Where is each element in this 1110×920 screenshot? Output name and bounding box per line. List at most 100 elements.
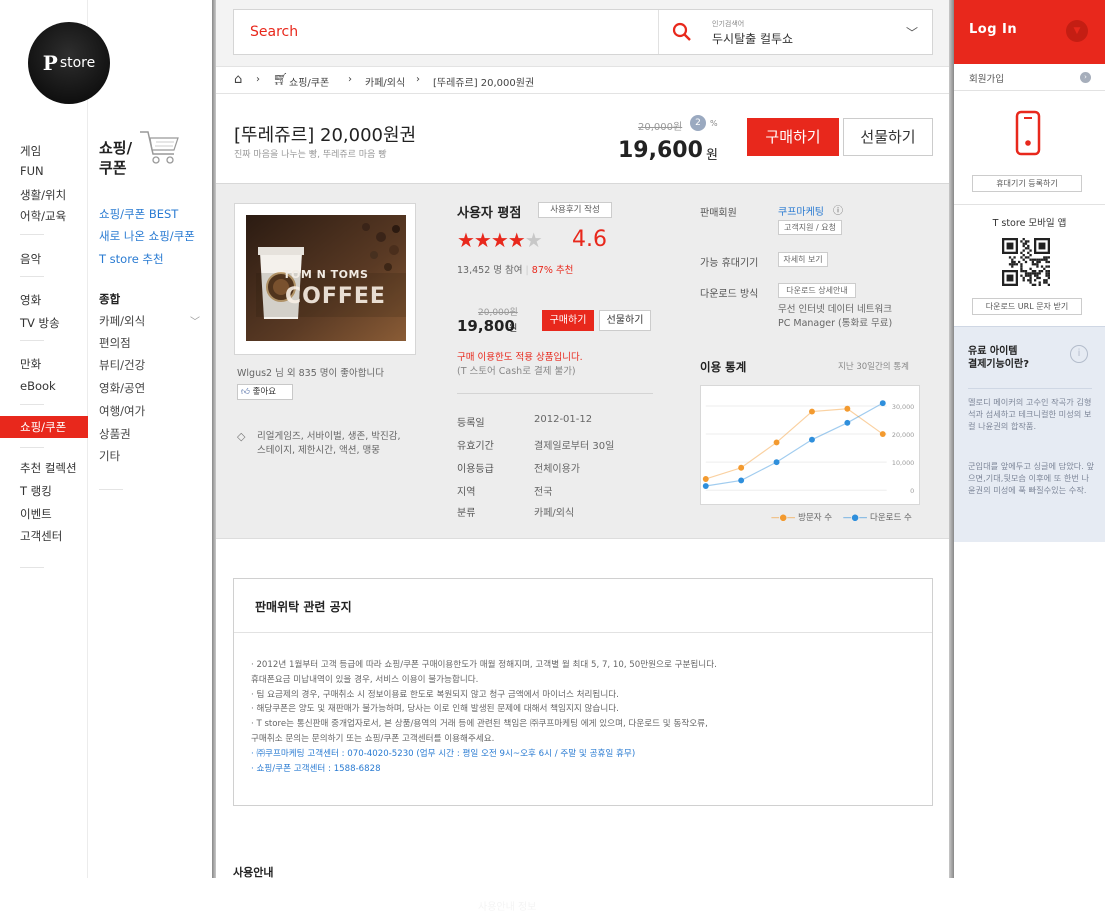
- footer: 사용안내 정보: [0, 878, 1110, 920]
- qr-module: [1034, 263, 1037, 266]
- divider: [234, 632, 932, 633]
- download-url-sms-button[interactable]: 다운로드 URL 문자 받기: [972, 298, 1082, 315]
- data-point-visitors[interactable]: [702, 476, 709, 482]
- info-value: 2012-01-12: [534, 414, 593, 425]
- nav-item-life[interactable]: 생활/위치: [20, 187, 66, 203]
- notice-contact-line[interactable]: · ㈜쿠프마케팅 고객센터 : 070-4020-5230 (업무 시간 : 평…: [251, 747, 923, 762]
- seller-name[interactable]: 쿠프마케팅: [778, 203, 824, 218]
- usage-stats-chart: 30,000 20,000 10,000 0: [700, 385, 920, 505]
- nav-item-ranking[interactable]: T 랭킹: [20, 483, 52, 499]
- qr-module: [1031, 270, 1034, 273]
- buy-button-small[interactable]: 구매하기: [542, 310, 594, 331]
- qr-module: [1029, 274, 1032, 277]
- qr-module: [1024, 260, 1028, 264]
- nav-item-movie[interactable]: 영화: [20, 292, 41, 308]
- qr-module: [1022, 242, 1025, 245]
- nav-item-tv[interactable]: TV 방송: [20, 315, 60, 331]
- data-point-downloads[interactable]: [879, 400, 886, 407]
- download-guide-button[interactable]: 다운로드 상세안내: [778, 283, 856, 298]
- subnav-item-travel[interactable]: 여행/여가: [99, 403, 145, 419]
- qr-module: [1022, 279, 1025, 282]
- home-icon[interactable]: ⌂: [234, 72, 242, 87]
- breadcrumb-item[interactable]: 카페/외식: [365, 74, 405, 89]
- info-icon[interactable]: i: [1070, 345, 1088, 363]
- info-value: 전체이용가: [534, 464, 580, 475]
- chevron-down-icon[interactable]: ﹀: [190, 313, 200, 328]
- popular-search-keyword[interactable]: 두시탈출 컬투쇼: [712, 30, 793, 47]
- data-point-visitors[interactable]: [879, 431, 886, 437]
- data-point-downloads[interactable]: [809, 436, 815, 443]
- subnav-item-cafe[interactable]: 카페/외식: [99, 313, 145, 329]
- qr-module: [1045, 260, 1048, 264]
- link-best[interactable]: 쇼핑/쿠폰 BEST: [99, 206, 178, 222]
- product-header: [뚜레쥬르] 20,000원권 진짜 마음을 나누는 빵, 뚜레쥬르 마음 빵 …: [216, 94, 949, 184]
- qr-module: [1043, 258, 1046, 261]
- data-point-visitors[interactable]: [844, 405, 851, 412]
- link-recommend[interactable]: T store 추천: [99, 251, 164, 267]
- nav-item-support[interactable]: 고객센터: [20, 528, 62, 544]
- qr-module: [1011, 263, 1014, 266]
- subnav-item-etc[interactable]: 기타: [99, 448, 120, 464]
- chevron-down-icon[interactable]: ﹀: [906, 24, 918, 41]
- mini-price-unit: 원: [509, 324, 518, 334]
- data-point-visitors[interactable]: [809, 408, 815, 415]
- discount-badge: 2: [690, 115, 706, 131]
- gift-button[interactable]: 선물하기: [843, 118, 933, 156]
- breadcrumb-separator-icon: ›: [348, 74, 352, 85]
- qr-module: [1022, 254, 1025, 257]
- nav-item-ebook[interactable]: eBook: [20, 379, 56, 393]
- qr-module: [1029, 281, 1032, 284]
- search-button[interactable]: [658, 10, 704, 54]
- chart-y-tick-label: 30,000: [892, 403, 914, 411]
- nav-item-event[interactable]: 이벤트: [20, 506, 52, 522]
- subnav-item-beauty[interactable]: 뷰티/건강: [99, 357, 145, 373]
- qr-module: [1029, 254, 1032, 257]
- qr-module: [1022, 270, 1025, 273]
- login-button[interactable]: Log In ▼: [954, 0, 1105, 64]
- join-link[interactable]: 회원가입 ›: [954, 64, 1105, 91]
- nav-item-collection[interactable]: 추천 컬렉션: [20, 460, 77, 476]
- nav-item-fun[interactable]: FUN: [20, 164, 44, 178]
- qr-module: [1020, 251, 1023, 254]
- nav-item-comic[interactable]: 만화: [20, 356, 41, 372]
- qr-module: [1018, 260, 1021, 264]
- qr-module: [1047, 276, 1050, 280]
- breadcrumb-item[interactable]: 쇼핑/쿠폰: [289, 74, 329, 89]
- data-point-downloads[interactable]: [702, 483, 709, 489]
- qr-module: [1029, 267, 1032, 270]
- write-review-button[interactable]: 사용후기 작성: [538, 202, 612, 218]
- data-point-downloads[interactable]: [844, 419, 851, 426]
- register-device-button[interactable]: 휴대기기 등록하기: [972, 175, 1082, 192]
- product-title: [뚜레쥬르] 20,000원권: [234, 125, 417, 146]
- link-new[interactable]: 새로 나온 쇼핑/쿠폰: [99, 228, 195, 244]
- qr-module: [1011, 265, 1014, 268]
- data-point-visitors[interactable]: [738, 464, 745, 471]
- subnav-item-convenience[interactable]: 편의점: [99, 335, 131, 351]
- info-icon[interactable]: ⓘ: [833, 202, 843, 217]
- notice-contact-line[interactable]: · 쇼핑/쿠폰 고객센터 : 1588-6828: [251, 762, 923, 777]
- tstore-logo[interactable]: P store: [28, 22, 110, 104]
- gift-button-small[interactable]: 선물하기: [599, 310, 651, 331]
- seller-label: 판매회원: [700, 208, 737, 219]
- star-filled-icon: ★★★★: [457, 228, 526, 252]
- qr-module: [1015, 263, 1018, 266]
- data-point-downloads[interactable]: [773, 459, 780, 466]
- nav-item-shopping[interactable]: 쇼핑/쿠폰: [0, 416, 88, 438]
- device-detail-button[interactable]: 자세히 보기: [778, 252, 828, 267]
- chevron-down-icon[interactable]: ▼: [1066, 20, 1088, 42]
- thumbs-up-icon: 👍︎: [241, 387, 250, 397]
- seller-support-button[interactable]: 고객지원 / 요청: [778, 220, 842, 235]
- nav-item-music[interactable]: 음악: [20, 251, 41, 267]
- buy-button[interactable]: 구매하기: [747, 118, 839, 156]
- subnav-item-movie[interactable]: 영화/공연: [99, 380, 145, 396]
- qr-module: [1045, 274, 1048, 277]
- like-button[interactable]: 👍︎ 좋아요: [237, 384, 293, 400]
- rating-recommend: 87% 추천: [531, 265, 574, 276]
- data-point-visitors[interactable]: [773, 439, 780, 446]
- nav-item-game[interactable]: 게임: [20, 143, 41, 159]
- subnav-item-giftcard[interactable]: 상품권: [99, 426, 131, 442]
- qr-module: [1027, 247, 1030, 250]
- nav-item-education[interactable]: 어학/교육: [20, 208, 66, 224]
- data-point-downloads[interactable]: [738, 477, 745, 484]
- search-input[interactable]: [234, 10, 654, 54]
